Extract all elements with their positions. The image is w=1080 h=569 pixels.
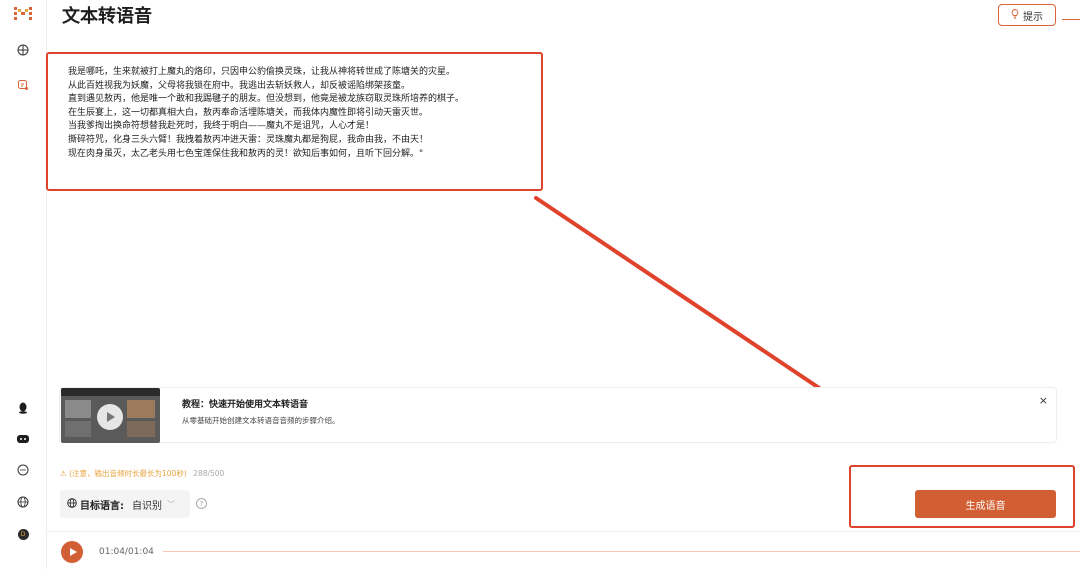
- discord-icon[interactable]: [13, 429, 33, 449]
- target-language-select[interactable]: 目标语言: 自识别 ﹀: [60, 490, 190, 518]
- text-line: 在生辰宴上，这一切都真相大白，敖丙奉命活埋陈塘关，而我体内魔性即将引动天雷灭世。: [68, 107, 429, 118]
- text-line: 直到遇见敖丙，他是唯一个敢和我踢毽子的朋友。但没想到，他竟是被龙族窃取灵珠所培养…: [68, 94, 465, 105]
- char-count: 288/500: [193, 469, 225, 478]
- notice-text: ⚠ (注意，输出音频时长最长为100秒): [60, 469, 187, 478]
- close-icon[interactable]: ×: [1039, 394, 1048, 407]
- text-line: 我是哪吒，生来就被打上魔丸的烙印，只因申公豹偷换灵珠，让我从神将转世成了陈塘关的…: [68, 67, 456, 77]
- tutorial-card[interactable]: 教程：快速开始使用文本转语音 从零基础开始创建文本转语音音频的步骤介绍。 ×: [59, 387, 1057, 443]
- chevron-down-icon: ﹀: [167, 499, 175, 509]
- thumbnail-tile: [65, 400, 91, 418]
- video-play-icon[interactable]: [97, 404, 123, 430]
- thumbnail-bar: [61, 388, 160, 396]
- globe-icon: [67, 497, 77, 511]
- lightbulb-icon: [1011, 8, 1019, 22]
- globe-icon[interactable]: [13, 492, 33, 512]
- help-icon[interactable]: ?: [196, 498, 207, 509]
- text-line: 当我爹掏出换命符想替我赴死时，我终于明白——魔丸不是诅咒，人心才是！: [68, 121, 375, 132]
- sparkle-icon[interactable]: [13, 40, 33, 60]
- tutorial-thumbnail[interactable]: [61, 388, 160, 443]
- text-line: 从此百姓视我为妖魔，父母将我锁在府中。我逃出去斩妖救人，却反被谣陷绑架孩童。: [68, 80, 411, 91]
- player-divider: [47, 531, 1080, 532]
- generate-speech-button[interactable]: 生成语音: [915, 490, 1056, 518]
- page-title: 文本转语音: [62, 6, 152, 27]
- text-input[interactable]: 我是哪吒，生来就被打上魔丸的烙印，只因申公豹偷换灵珠，让我从神将转世成了陈塘关的…: [46, 52, 543, 191]
- chat-icon[interactable]: [13, 460, 33, 480]
- logo-icon[interactable]: [13, 4, 33, 24]
- avatar: D: [17, 528, 29, 540]
- tutorial-description: 从零基础开始创建文本转语音音频的步骤介绍。: [182, 416, 340, 425]
- tip-button[interactable]: 提示: [998, 4, 1056, 26]
- sidebar: D: [0, 0, 47, 569]
- language-label: 目标语言:: [80, 500, 124, 512]
- text-line: 撕碎符咒，化身三头六臂！我拽着敖丙冲进天雷：灵珠魔丸都是狗屁，我命由我，不由天！: [68, 134, 429, 145]
- language-value: 自识别: [132, 500, 162, 512]
- duration-notice: ⚠ (注意，输出音频时长最长为100秒) 288/500: [60, 468, 224, 479]
- tutorial-title: 教程：快速开始使用文本转语音: [182, 400, 309, 410]
- thumbnail-tile: [127, 421, 155, 437]
- user-avatar-icon[interactable]: D: [13, 524, 33, 544]
- tip-label: 提示: [1023, 11, 1043, 23]
- playback-time: 01:04/01:04: [99, 547, 154, 557]
- progress-track[interactable]: [163, 551, 1080, 552]
- app-root: D 文本转语音 提示 我是哪吒，生来就被打上魔丸的烙印，只因申公豹偷换灵珠，让我…: [0, 0, 1080, 569]
- header-accent-line: [1062, 19, 1080, 20]
- voice-icon[interactable]: [13, 75, 33, 95]
- text-line: 现在肉身虽灭，太乙老头用七色宝莲保住我和敖丙的灵！欲知后事如何，且听下回分解。": [68, 148, 424, 159]
- thumbnail-tile: [127, 400, 155, 418]
- qq-icon[interactable]: [13, 398, 33, 418]
- play-button[interactable]: [61, 541, 83, 563]
- logo-mark: [14, 7, 32, 20]
- thumbnail-tile: [65, 421, 91, 437]
- play-icon: [69, 548, 77, 556]
